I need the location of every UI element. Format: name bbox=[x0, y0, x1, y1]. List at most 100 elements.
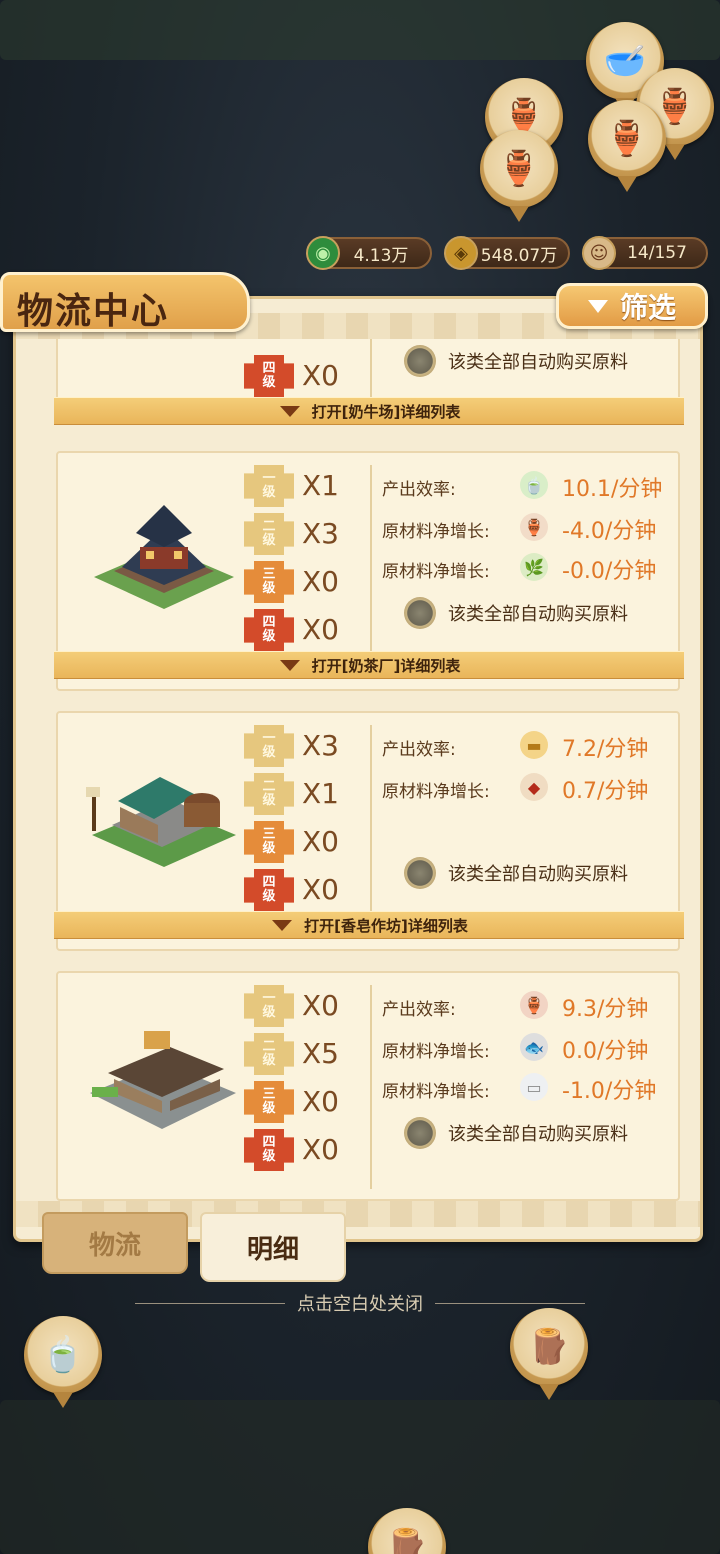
building-card-winery: 一级 X0 二级 X5 三级 X0 四级 X0 产出效率: 🏺 9.3/分钟 原… bbox=[56, 971, 680, 1201]
level-count: X3 bbox=[302, 517, 339, 550]
card-divider bbox=[370, 465, 372, 679]
milk-tea-icon: 🍵 bbox=[41, 1335, 85, 1375]
winery-building-icon bbox=[90, 1031, 236, 1129]
open-detail-label: 打开[奶牛场]详细列表 bbox=[311, 402, 461, 421]
level-badge-1: 一级 bbox=[244, 985, 294, 1027]
stat-label: 产出效率: bbox=[382, 740, 456, 760]
resource-population-value: 14/157 bbox=[627, 243, 687, 263]
stat-value: -0.0/分钟 bbox=[562, 559, 657, 584]
level-row-1: 一级 X1 bbox=[244, 465, 364, 507]
level-count: X5 bbox=[302, 1037, 339, 1070]
auto-buy-toggle[interactable]: 该类全部自动购买原料 bbox=[404, 595, 628, 631]
map-pin-wine-4[interactable]: 🏺 bbox=[480, 130, 558, 208]
stat-label: 原材料净增长: bbox=[382, 562, 490, 582]
auto-buy-radio[interactable] bbox=[404, 597, 436, 629]
stat-value: -1.0/分钟 bbox=[562, 1079, 657, 1104]
wine-jar-icon: 🏺 bbox=[520, 991, 548, 1019]
level-count: X3 bbox=[302, 729, 339, 762]
level-badge-3: 三级 bbox=[244, 821, 294, 863]
jade-coin-icon: ◉ bbox=[306, 236, 340, 270]
auto-buy-label: 该类全部自动购买原料 bbox=[448, 604, 628, 625]
resource-jade: ◉ 4.13万 bbox=[306, 236, 432, 270]
map-pin-wood[interactable]: 🪵 bbox=[510, 1308, 588, 1386]
stat-value: 10.1/分钟 bbox=[562, 477, 663, 502]
level-row-4: 四级 X0 bbox=[244, 1129, 364, 1171]
map-pin-wood-2[interactable]: 🪵 bbox=[368, 1508, 446, 1554]
open-detail-bar-dairy[interactable]: 打开[奶牛场]详细列表 bbox=[54, 397, 684, 425]
building-list[interactable]: 四级 X0 该类全部自动购买原料 打开[奶牛场]详细列表 一 级 X1 二 级 … bbox=[40, 339, 684, 1215]
stat-material-1: 原材料净增长: 🏺 -4.0/分钟 bbox=[382, 513, 678, 544]
card-divider bbox=[370, 985, 372, 1189]
level-row-4: 四级 X0 bbox=[244, 609, 364, 651]
soap-workshop-building-icon bbox=[86, 777, 236, 867]
level-count: X0 bbox=[302, 825, 339, 858]
population-icon: ☺ bbox=[582, 236, 616, 270]
close-hint[interactable]: 点击空白处关闭 bbox=[0, 1290, 720, 1316]
level-row-3: 三级 X0 bbox=[244, 821, 364, 863]
level-row-3: 三级 X0 bbox=[244, 561, 364, 603]
stat-label: 产出效率: bbox=[382, 1000, 456, 1020]
dropdown-arrow-icon bbox=[587, 299, 608, 313]
resource-copper: ◈ 548.07万 bbox=[444, 236, 570, 270]
level-count: X0 bbox=[302, 989, 339, 1022]
auto-buy-toggle[interactable]: 该类全部自动购买原料 bbox=[404, 343, 628, 379]
tea-leaves-icon: 🌿 bbox=[520, 553, 548, 581]
level-row-3: 三级 X0 bbox=[244, 1081, 364, 1123]
stat-material-2: 原材料净增长: 🌿 -0.0/分钟 bbox=[382, 553, 678, 584]
auto-buy-label: 该类全部自动购买原料 bbox=[448, 1124, 628, 1145]
open-detail-label: 打开[香皂作坊]详细列表 bbox=[304, 916, 468, 935]
auto-buy-radio[interactable] bbox=[404, 345, 436, 377]
expand-arrow-icon bbox=[272, 919, 293, 931]
level-badge-4: 四级 bbox=[244, 1129, 294, 1171]
stat-label: 原材料净增长: bbox=[382, 1042, 490, 1062]
logistics-panel: 四级 X0 该类全部自动购买原料 打开[奶牛场]详细列表 一 级 X1 二 级 … bbox=[13, 296, 703, 1242]
level-count: X0 bbox=[302, 873, 339, 906]
filter-label: 筛选 bbox=[619, 291, 676, 324]
level-badge-3: 三级 bbox=[244, 1081, 294, 1123]
level-row-2: 二级 X5 bbox=[244, 1033, 364, 1075]
auto-buy-toggle[interactable]: 该类全部自动购买原料 bbox=[404, 855, 628, 891]
level-row-2: 二级 X1 bbox=[244, 773, 364, 815]
stat-label: 原材料净增长: bbox=[382, 782, 490, 802]
open-detail-bar-milk-tea[interactable]: 打开[奶茶厂]详细列表 bbox=[54, 651, 684, 679]
milk-tea-shop-building-icon bbox=[94, 505, 234, 609]
stat-value: -4.0/分钟 bbox=[562, 519, 657, 544]
level-badge-2: 二级 bbox=[244, 1033, 294, 1075]
expand-arrow-icon bbox=[279, 405, 300, 417]
open-detail-bar-soap[interactable]: 打开[香皂作坊]详细列表 bbox=[54, 911, 684, 939]
auto-buy-radio[interactable] bbox=[404, 857, 436, 889]
building-card-milk-tea: 一级 X1 二级 X3 三级 X0 四级 X0 产出效率: 🍵 10.1/分钟 … bbox=[54, 451, 684, 691]
level-count: X1 bbox=[302, 777, 339, 810]
level-row-1: 一级 X0 bbox=[244, 985, 364, 1027]
auto-buy-toggle[interactable]: 该类全部自动购买原料 bbox=[404, 1115, 628, 1151]
stat-label: 原材料净增长: bbox=[382, 1082, 490, 1102]
milk-tea-icon: 🍵 bbox=[520, 471, 548, 499]
fish-icon: 🐟 bbox=[520, 1033, 548, 1061]
level-badge-4: 四级 bbox=[244, 869, 294, 911]
auto-buy-radio[interactable] bbox=[404, 1117, 436, 1149]
tab-logistics[interactable]: 物流 bbox=[42, 1212, 188, 1274]
map-pin-milk-tea[interactable]: 🍵 bbox=[24, 1316, 102, 1394]
map-pin-wine-3[interactable]: 🏺 bbox=[588, 100, 666, 178]
resource-population: ☺ 14/157 bbox=[582, 236, 708, 270]
panel-title-tab: 物流中心 bbox=[0, 272, 250, 332]
map-background-lower bbox=[0, 1400, 720, 1554]
stat-label: 产出效率: bbox=[382, 480, 456, 500]
filter-button[interactable]: 筛选 bbox=[556, 283, 708, 329]
level-badge-2: 二级 bbox=[244, 773, 294, 815]
tab-detail[interactable]: 明细 bbox=[200, 1212, 346, 1282]
level-count: X0 bbox=[302, 1085, 339, 1118]
wood-icon: 🪵 bbox=[385, 1527, 429, 1554]
level-row-1: 一级 X3 bbox=[244, 725, 364, 767]
wood-icon: 🪵 bbox=[527, 1327, 571, 1367]
copper-coin-icon: ◈ bbox=[444, 236, 478, 270]
building-card-dairy: 四级 X0 该类全部自动购买原料 打开[奶牛场]详细列表 bbox=[54, 339, 684, 425]
stat-output: 产出效率: 🍵 10.1/分钟 bbox=[382, 471, 678, 502]
auto-buy-label: 该类全部自动购买原料 bbox=[448, 352, 628, 373]
level-badge-1: 一级 bbox=[244, 725, 294, 767]
stat-output: 产出效率: ▬ 7.2/分钟 bbox=[382, 731, 678, 762]
level-badge-3: 三级 bbox=[244, 561, 294, 603]
level-count: X0 bbox=[302, 359, 339, 392]
wine-jar-icon: 🏺 bbox=[520, 513, 548, 541]
sack-icon: ◆ bbox=[520, 773, 548, 801]
